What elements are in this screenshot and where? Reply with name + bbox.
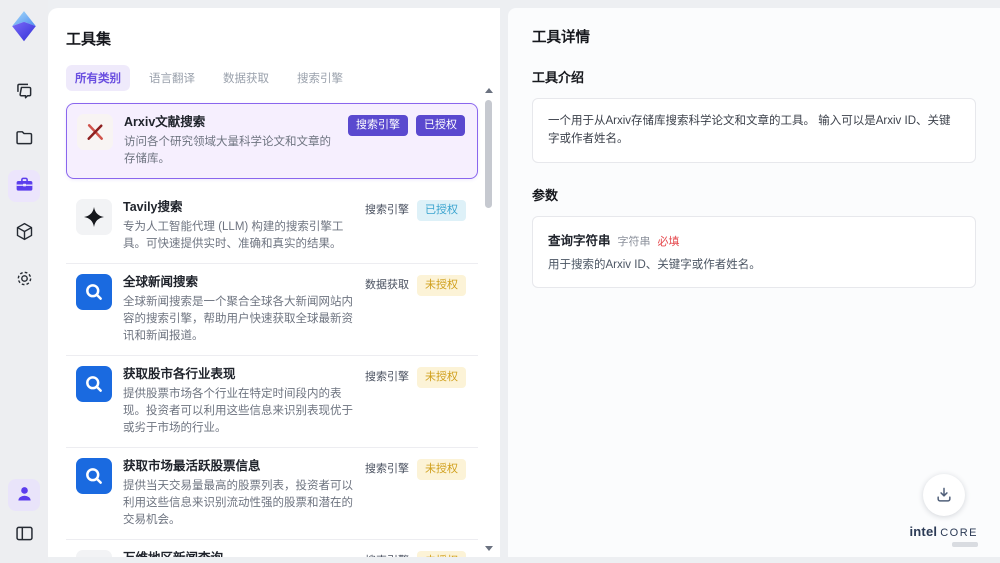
tool-detail-panel: 工具详情 工具介绍 一个用于从Arxiv存储库搜索科学论文和文章的工具。 输入可… <box>508 8 1000 557</box>
category-tab-2[interactable]: 数据获取 <box>214 65 278 91</box>
param-description: 用于搜索的Arxiv ID、关键字或作者姓名。 <box>548 258 761 271</box>
tool-badges: 搜索引擎 未授权 <box>365 550 466 557</box>
intro-heading: 工具介绍 <box>532 70 585 85</box>
tool-card[interactable]: 获取市场最活跃股票信息 提供当天交易量最高的股票列表，投资者可以利用这些信息来识… <box>66 448 478 540</box>
news-search-icon <box>76 274 112 310</box>
status-badge: 未授权 <box>417 367 466 388</box>
status-badge: 未授权 <box>417 459 466 480</box>
newspaper-icon <box>76 550 112 557</box>
category-badge: 搜索引擎 <box>348 115 408 136</box>
category-tabs: 所有类别 语言翻译 数据获取 搜索引擎 <box>66 65 478 91</box>
tool-name: 全球新闻搜索 <box>123 275 199 289</box>
sidebar-nav <box>8 76 40 296</box>
page-title: 工具集 <box>66 31 112 48</box>
category-badge: 搜索引擎 <box>365 371 409 383</box>
scrollbar-thumb[interactable] <box>485 100 492 208</box>
tool-badges: 搜索引擎 已授权 <box>365 199 466 221</box>
sparkle-icon <box>76 199 112 235</box>
sidebar-item-chat[interactable] <box>8 76 40 108</box>
toolbox-icon <box>14 174 35 198</box>
tool-list: Arxiv文献搜索 访问各个研究领域大量科学论文和文章的存储库。 搜索引擎 已授… <box>66 103 478 557</box>
tool-description: 提供股票市场各个行业在特定时间段内的表现。投资者可以利用这些信息来识别表现优于或… <box>123 388 353 434</box>
user-icon <box>14 483 35 507</box>
settings-icon <box>14 268 35 292</box>
tool-card[interactable]: 全球新闻搜索 全球新闻搜索是一个聚合全球各大新闻网站内容的搜索引擎，帮助用户快速… <box>66 264 478 356</box>
panel-toggle-icon <box>14 523 35 547</box>
tool-description: 访问各个研究领域大量科学论文和文章的存储库。 <box>124 136 331 165</box>
sidebar-item-settings[interactable] <box>8 264 40 296</box>
folder-icon <box>14 127 35 151</box>
intel-core-logo: intel CORE <box>909 524 978 547</box>
param-header: 查询字符串 字符串 必填 <box>548 230 960 249</box>
tool-description: 提供当天交易量最高的股票列表，投资者可以利用这些信息来识别流动性强的股票和潜在的… <box>123 480 353 526</box>
category-tab-3[interactable]: 搜索引擎 <box>288 65 352 91</box>
tool-badges: 搜索引擎 已授权 <box>348 114 465 136</box>
arxiv-x-icon <box>77 114 113 150</box>
floating-widgets: intel CORE <box>909 474 978 547</box>
tool-card[interactable]: 获取股市各行业表现 提供股票市场各个行业在特定时间段内的表现。投资者可以利用这些… <box>66 356 478 448</box>
param-box: 查询字符串 字符串 必填 用于搜索的Arxiv ID、关键字或作者姓名。 <box>532 215 976 289</box>
intel-sub-badge <box>952 542 978 547</box>
sidebar <box>0 0 48 563</box>
sidebar-item-folder[interactable] <box>8 123 40 155</box>
status-badge: 未授权 <box>417 275 466 296</box>
sidebar-item-cube[interactable] <box>8 217 40 249</box>
tool-badges: 数据获取 未授权 <box>365 274 466 296</box>
tool-card[interactable]: Tavily搜索 专为人工智能代理 (LLM) 构建的搜索引擎工具。可快速提供实… <box>66 189 478 264</box>
param-required-badge: 必填 <box>657 235 680 248</box>
category-tab-1[interactable]: 语言翻译 <box>140 65 204 91</box>
list-scrollbar[interactable] <box>484 88 494 551</box>
tool-name: Arxiv文献搜索 <box>124 115 206 129</box>
category-tab-0[interactable]: 所有类别 <box>66 65 130 91</box>
tool-name: 获取股市各行业表现 <box>123 367 236 381</box>
intro-box: 一个用于从Arxiv存储库搜索科学论文和文章的工具。 输入可以是Arxiv ID… <box>532 98 976 163</box>
main-content: 工具集 所有类别 语言翻译 数据获取 搜索引擎 Arxiv文献搜索 访问各个研究领域大… <box>48 0 1000 563</box>
intro-text: 一个用于从Arxiv存储库搜索科学论文和文章的工具。 输入可以是Arxiv ID… <box>548 115 951 146</box>
cube-icon <box>14 221 35 245</box>
app-logo-icon <box>10 10 38 42</box>
download-button[interactable] <box>922 474 965 516</box>
stock-search-icon <box>76 366 112 402</box>
app-root: 工具集 所有类别 语言翻译 数据获取 搜索引擎 Arxiv文献搜索 访问各个研究领域大… <box>0 0 1000 563</box>
chat-icon <box>14 80 35 104</box>
tool-description: 专为人工智能代理 (LLM) 构建的搜索引擎工具。可快速提供实时、准确和真实的结… <box>123 221 344 250</box>
param-type: 字符串 <box>617 235 651 248</box>
intel-brand-text: intel <box>909 524 938 539</box>
tool-name: Tavily搜索 <box>123 200 183 214</box>
tool-description: 全球新闻搜索是一个聚合全球各大新闻网站内容的搜索引擎，帮助用户快速获取全球最新资… <box>123 296 353 342</box>
params-heading: 参数 <box>532 187 559 203</box>
detail-title: 工具详情 <box>532 30 590 46</box>
tool-badges: 搜索引擎 未授权 <box>365 366 466 388</box>
status-badge: 已授权 <box>416 115 465 136</box>
tool-card[interactable]: 万维地区新闻查询 查询具体行政区划内的新闻，快速了解各地新闻动态 搜索引擎 未授… <box>66 540 478 557</box>
scroll-down-icon[interactable] <box>485 546 493 551</box>
status-badge: 未授权 <box>417 551 466 557</box>
sidebar-item-toolbox[interactable] <box>8 170 40 202</box>
category-badge: 搜索引擎 <box>365 463 409 475</box>
tool-name: 万维地区新闻查询 <box>123 550 359 557</box>
param-name: 查询字符串 <box>548 233 611 248</box>
core-brand-text: CORE <box>940 527 978 539</box>
sidebar-item-user[interactable] <box>8 479 40 511</box>
tool-name: 获取市场最活跃股票信息 <box>123 459 261 473</box>
tool-badges: 搜索引擎 未授权 <box>365 458 466 480</box>
status-badge: 已授权 <box>417 200 466 221</box>
scroll-up-icon[interactable] <box>485 88 493 93</box>
category-badge: 搜索引擎 <box>365 204 409 216</box>
sidebar-item-panel-toggle[interactable] <box>8 519 40 551</box>
stock-search-icon <box>76 458 112 494</box>
sidebar-bottom <box>8 479 40 551</box>
tool-card[interactable]: Arxiv文献搜索 访问各个研究领域大量科学论文和文章的存储库。 搜索引擎 已授… <box>66 103 478 179</box>
category-badge: 数据获取 <box>365 279 409 291</box>
tools-panel: 工具集 所有类别 语言翻译 数据获取 搜索引擎 Arxiv文献搜索 访问各个研究领域大… <box>48 8 500 557</box>
download-icon <box>937 487 951 502</box>
category-badge: 搜索引擎 <box>365 551 409 558</box>
